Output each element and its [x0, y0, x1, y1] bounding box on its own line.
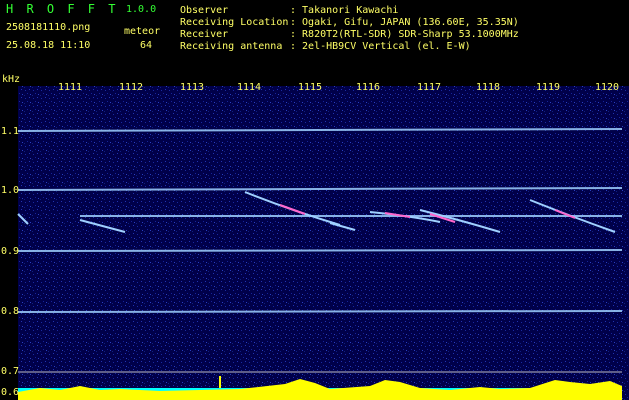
time-label: 1117	[417, 82, 441, 93]
time-label: 1118	[476, 82, 500, 93]
frequency-label: 0.9	[1, 246, 19, 257]
time-label: 1116	[356, 82, 380, 93]
time-label: 1114	[237, 82, 261, 93]
frequency-label: 0.7	[1, 366, 19, 377]
time-label: 1119	[536, 82, 560, 93]
spectrogram: kHz 1111 1112 1113 1114 1115 1116 1117 1…	[0, 74, 629, 400]
frequency-label: 0.8	[1, 306, 19, 317]
frequency-label: 1.1	[1, 126, 19, 137]
time-label: 1112	[119, 82, 143, 93]
frequency-label: 1.0	[1, 185, 19, 196]
time-label: 1120	[595, 82, 619, 93]
time-label: 1115	[298, 82, 322, 93]
time-label: 1111	[58, 82, 82, 93]
time-label: 1113	[180, 82, 204, 93]
frequency-label: 0.6	[1, 387, 19, 398]
spectrogram-background	[18, 86, 629, 400]
y-axis-unit: kHz	[2, 74, 20, 85]
